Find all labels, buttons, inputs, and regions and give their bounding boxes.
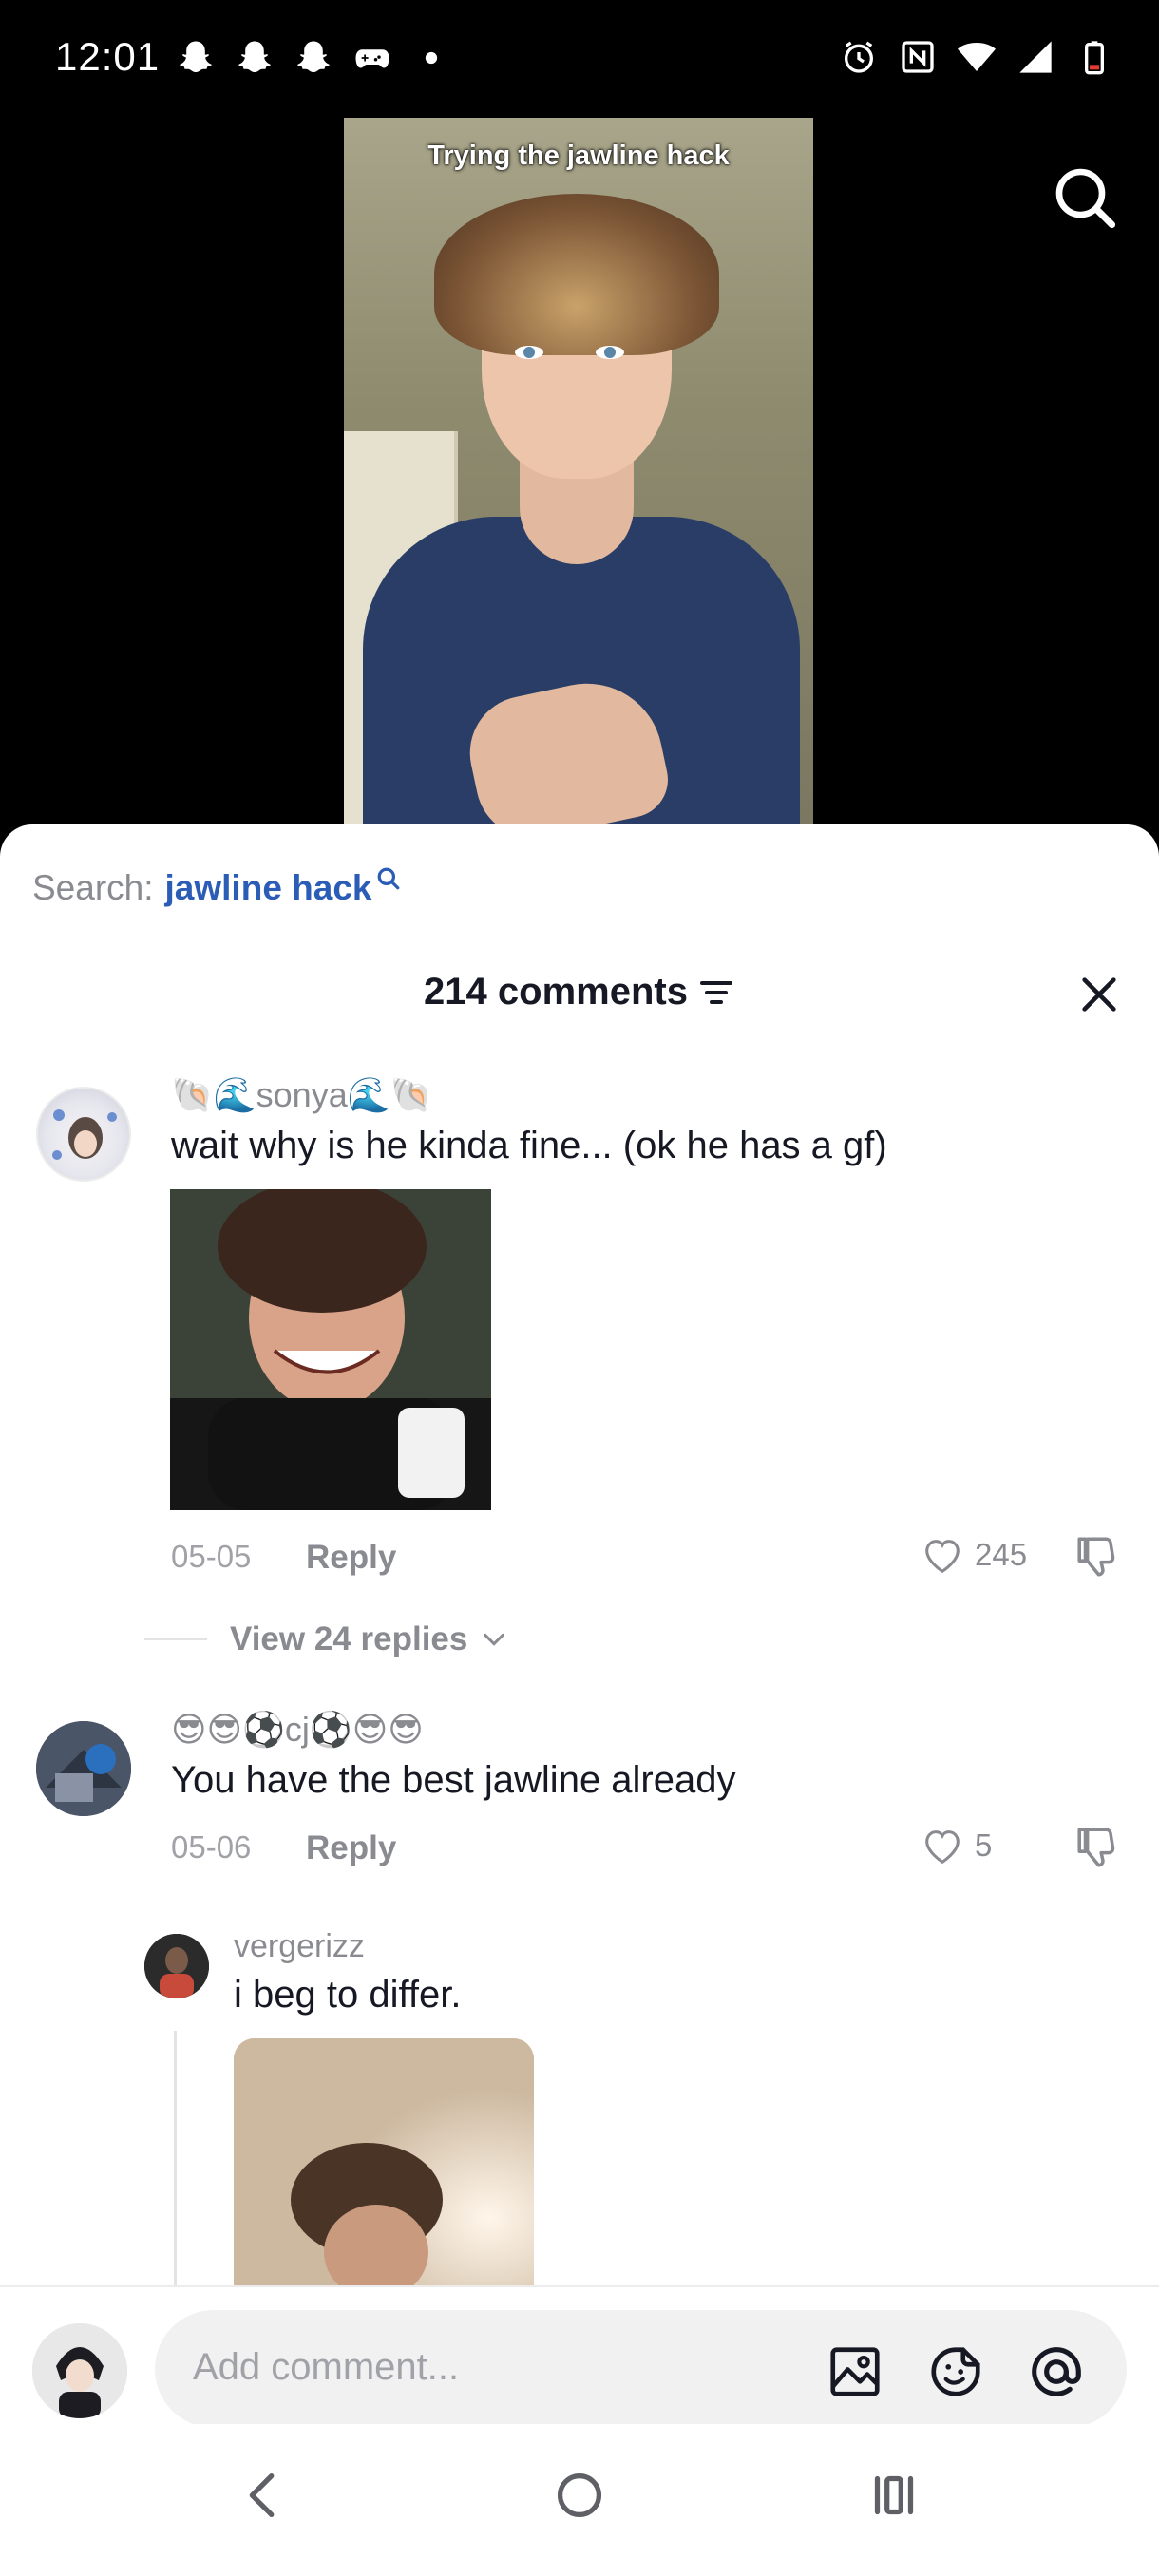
avatar-illustration	[52, 1109, 117, 1160]
nfc-icon	[902, 41, 934, 73]
snapchat-ghost-icon	[297, 41, 330, 73]
search-icon[interactable]	[1051, 163, 1119, 232]
comment-username[interactable]: 😎😎⚽cj⚽😎😎	[171, 1710, 424, 1750]
video-bg-eye	[596, 346, 624, 359]
reply-avatar[interactable]	[144, 1934, 209, 1998]
comments-count-title: 214 comments	[424, 971, 688, 1013]
reply-image[interactable]	[234, 2038, 534, 2295]
reply-username[interactable]: vergerizz	[234, 1928, 365, 1965]
back-icon[interactable]	[230, 2462, 296, 2529]
comment-input[interactable]: Add comment...	[155, 2310, 1127, 2428]
video-bg-eye	[515, 346, 543, 359]
snapchat-ghost-icon	[180, 41, 212, 73]
video-player[interactable]: Trying the jawline hack	[0, 118, 1159, 824]
search-suggestion[interactable]: Search: jawline hack	[32, 867, 401, 908]
comment-input-bar: Add comment...	[0, 2285, 1159, 2428]
comment-username[interactable]: 🐚🌊sonya🌊🐚	[171, 1075, 432, 1115]
dislike-icon[interactable]	[1074, 1824, 1121, 1871]
avatar-illustration	[32, 2323, 127, 2418]
heart-icon	[925, 1540, 960, 1574]
comment-image[interactable]	[170, 1189, 491, 1510]
comment-date: 05-05	[171, 1539, 252, 1574]
video-bg-hair	[434, 194, 719, 355]
like-count: 245	[975, 1537, 1028, 1572]
comment-photo	[170, 1189, 491, 1510]
dislike-icon[interactable]	[1074, 1533, 1121, 1581]
dot-icon	[425, 51, 438, 65]
search-term-link[interactable]: jawline hack	[165, 868, 372, 908]
game-controller-icon	[355, 49, 390, 68]
sticker-icon[interactable]	[926, 2342, 985, 2401]
video-caption: Trying the jawline hack	[428, 141, 730, 171]
recents-icon[interactable]	[861, 2462, 927, 2529]
status-time: 12:01	[55, 34, 161, 79]
comment-input-placeholder: Add comment...	[193, 2346, 460, 2388]
alarm-icon	[845, 41, 873, 73]
like-button[interactable]: 5	[920, 1824, 992, 1867]
user-avatar[interactable]	[32, 2323, 127, 2418]
video-thumbnail[interactable]: Trying the jawline hack	[344, 118, 813, 824]
view-replies-label: View 24 replies	[230, 1620, 468, 1657]
home-icon[interactable]	[546, 2462, 613, 2529]
search-prefix: Search:	[32, 868, 154, 907]
view-replies-button[interactable]: View 24 replies	[144, 1620, 507, 1658]
like-button[interactable]: 245	[920, 1533, 1027, 1577]
comments-header: 214 comments	[0, 965, 1159, 1022]
replies-divider	[144, 1638, 207, 1640]
snapchat-ghost-icon	[238, 41, 271, 73]
status-bar: 12:01	[0, 0, 1159, 118]
avatar-illustration	[36, 1721, 131, 1816]
system-nav-bar	[0, 2424, 1159, 2576]
avatar-illustration	[144, 1934, 209, 1998]
reply-button[interactable]: Reply	[306, 1539, 396, 1577]
comment-date: 05-06	[171, 1829, 252, 1865]
comment-text: wait why is he kinda fine... (ok he has …	[171, 1125, 887, 1166]
avatar[interactable]	[36, 1087, 131, 1182]
notification-icons	[176, 38, 451, 78]
search-icon	[377, 867, 399, 890]
reply-text: i beg to differ.	[234, 1974, 462, 2016]
wifi-icon	[958, 43, 996, 71]
sort-filter-icon[interactable]	[697, 976, 735, 1009]
heart-icon	[925, 1830, 960, 1865]
chevron-down-icon	[484, 1633, 505, 1646]
thread-line	[174, 2031, 177, 2316]
signal-icon	[1019, 41, 1052, 73]
like-count: 5	[975, 1828, 993, 1863]
avatar[interactable]	[36, 1721, 131, 1816]
battery-low-icon	[1085, 41, 1104, 75]
close-icon[interactable]	[1077, 973, 1121, 1016]
image-icon[interactable]	[826, 2342, 884, 2401]
mention-icon[interactable]	[1027, 2342, 1086, 2401]
system-icons	[840, 38, 1113, 76]
comment-text: You have the best jawline already	[171, 1759, 736, 1801]
reply-photo	[234, 2038, 534, 2295]
reply-button[interactable]: Reply	[306, 1829, 396, 1867]
